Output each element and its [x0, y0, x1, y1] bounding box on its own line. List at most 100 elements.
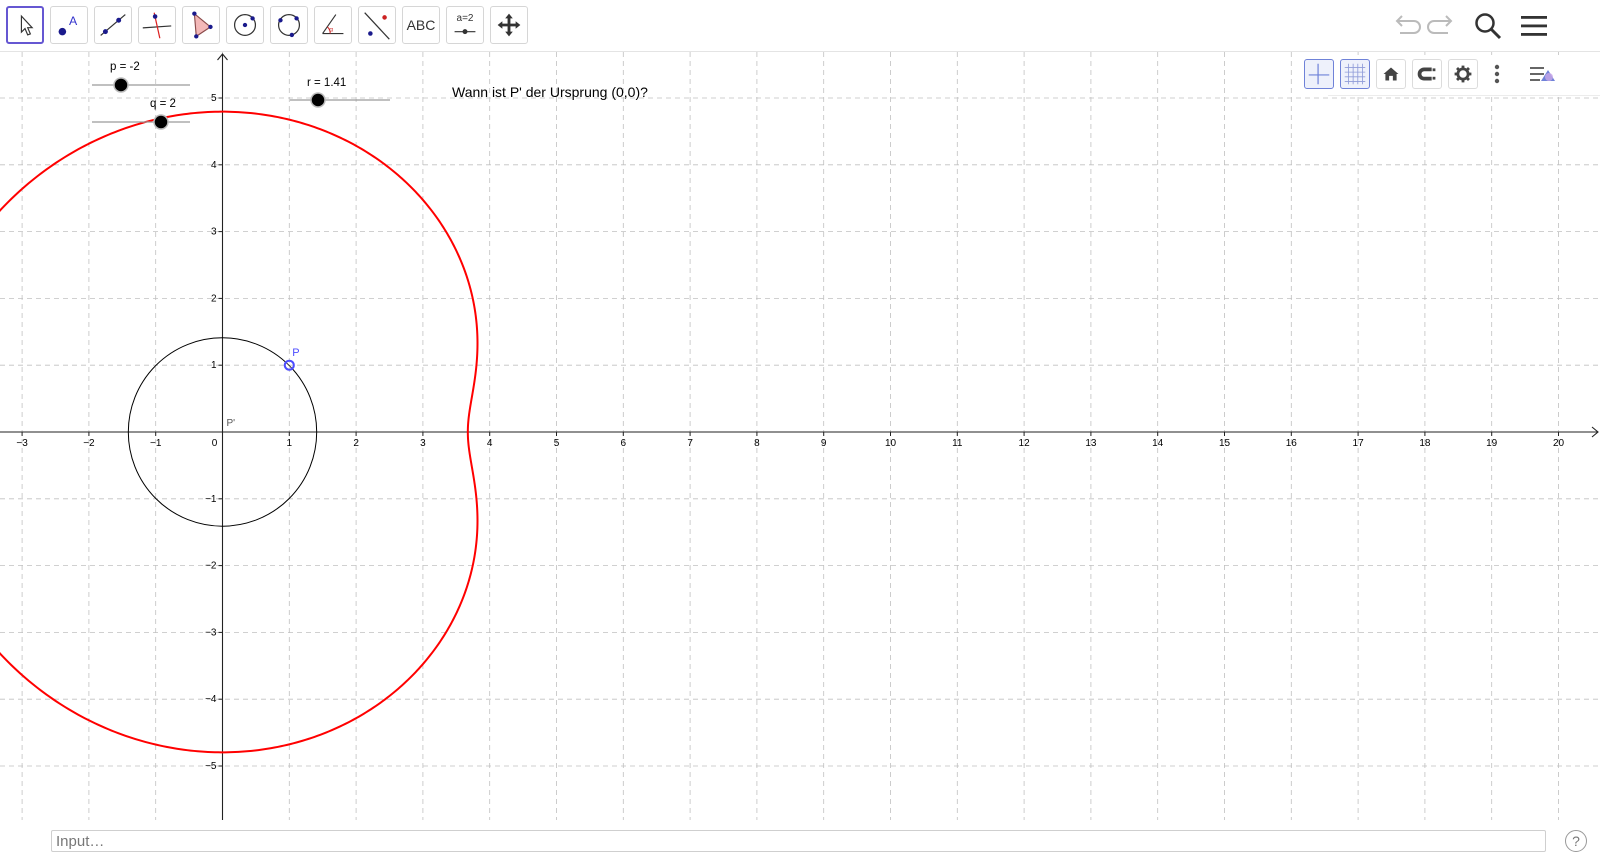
slider-q-handle[interactable]	[153, 114, 169, 130]
x-tick-label: 0	[212, 438, 218, 449]
angle-tool-button[interactable]: α	[314, 6, 352, 44]
x-tick-label: 10	[885, 438, 897, 449]
input-bar: ?	[0, 820, 1600, 866]
point-P[interactable]	[283, 359, 295, 371]
y-tick-label: 5	[211, 93, 217, 104]
slider-q-label: q = 2	[150, 98, 176, 110]
view-menu-icon	[1530, 67, 1555, 81]
slider-r[interactable]: r = 1.41	[290, 77, 390, 108]
search-button[interactable]	[1470, 8, 1506, 44]
graphics-settings-button[interactable]	[1448, 59, 1478, 89]
x-tick-label: −1	[150, 438, 162, 449]
slider-r-label: r = 1.41	[307, 77, 346, 89]
point-P-label: P	[292, 347, 299, 359]
polygon-tool-button[interactable]	[182, 6, 220, 44]
slider-icon	[454, 29, 476, 35]
slider-tool-button[interactable]: a=2	[446, 6, 484, 44]
x-tick-label: 11	[952, 438, 963, 449]
circle-center-icon	[233, 13, 257, 37]
x-tick-label: 16	[1286, 438, 1298, 449]
grid-toggle-icon	[1344, 63, 1366, 85]
y-tick-label: 3	[211, 227, 217, 238]
grid	[0, 52, 1600, 820]
perpendicular-line-icon	[142, 12, 172, 39]
x-tick-label: 6	[621, 438, 627, 449]
line-icon	[100, 14, 126, 36]
slider-p[interactable]: p = -2	[92, 61, 190, 93]
text-tool-label: ABC	[406, 17, 436, 33]
y-tick-label: −4	[205, 694, 217, 705]
question-text: Wann ist P' der Ursprung (0,0)?	[452, 84, 648, 100]
help-icon: ?	[1572, 833, 1580, 849]
graphics-view[interactable]: −3 −2 −1 0 1 2 3 4 5 6 7 8 9 10 11 12 13 14 15 16 17 18 19 20 5 4…	[0, 52, 1600, 820]
style-bar	[1304, 55, 1600, 96]
circle-center-tool-button[interactable]	[226, 6, 264, 44]
circle-three-points-icon	[277, 13, 301, 38]
redo-button[interactable]	[1424, 8, 1460, 44]
x-tick-label: 9	[821, 438, 827, 449]
reflect-tool-button[interactable]	[358, 6, 396, 44]
x-tick-label: 15	[1219, 438, 1231, 449]
x-tick-label: 17	[1353, 438, 1365, 449]
x-tick-label: 4	[487, 438, 493, 449]
y-tick-label: 4	[211, 160, 217, 171]
point-capturing-button[interactable]	[1412, 59, 1442, 89]
undo-button[interactable]	[1388, 8, 1424, 44]
angle-icon: α	[322, 14, 344, 35]
move-tool-button[interactable]	[6, 6, 44, 44]
x-tick-label: 20	[1553, 438, 1565, 449]
x-tick-label: −3	[16, 438, 28, 449]
cursor-arrow-icon	[20, 14, 34, 36]
line-tool-button[interactable]	[94, 6, 132, 44]
x-tick-label: 5	[554, 438, 560, 449]
standard-view-button[interactable]	[1376, 59, 1406, 89]
perpendicular-tool-button[interactable]	[138, 6, 176, 44]
y-tick-label: 1	[211, 360, 217, 371]
move-arrows-icon	[497, 13, 521, 37]
main-menu-button[interactable]	[1516, 8, 1552, 44]
input-help-button[interactable]: ?	[1565, 830, 1587, 852]
axes-toggle-button[interactable]	[1304, 59, 1334, 89]
search-icon	[1475, 13, 1502, 40]
polygon-icon	[192, 11, 213, 39]
move-graphics-tool-button[interactable]	[490, 6, 528, 44]
x-tick-label: −2	[83, 438, 95, 449]
circle-three-points-tool-button[interactable]	[270, 6, 308, 44]
x-tick-label: 3	[420, 438, 426, 449]
menu-icon	[1521, 16, 1547, 36]
point-icon: A	[58, 14, 78, 36]
point-tool-button[interactable]: A	[50, 6, 88, 44]
more-options-button[interactable]	[1482, 59, 1512, 89]
y-tick-label: −2	[205, 561, 217, 572]
coordinate-plane[interactable]: −3 −2 −1 0 1 2 3 4 5 6 7 8 9 10 11 12 13 14 15 16 17 18 19 2054…	[0, 52, 1600, 820]
y-tick-label: −1	[205, 494, 217, 505]
slider-r-handle[interactable]	[310, 92, 326, 108]
point-capturing-icon	[1417, 67, 1436, 81]
y-tick-label: −5	[205, 761, 217, 772]
reflect-line-icon	[364, 12, 390, 40]
slider-q[interactable]: q = 2	[92, 98, 190, 130]
x-tick-label: 14	[1152, 438, 1164, 449]
settings-gear-icon	[1454, 65, 1472, 83]
text-tool-button[interactable]: ABC	[402, 6, 440, 44]
point-P-image-label: P'	[227, 418, 236, 429]
home-icon	[1383, 67, 1399, 81]
x-tick-label: 12	[1019, 438, 1031, 449]
grid-toggle-button[interactable]	[1340, 59, 1370, 89]
svg-text:A: A	[69, 14, 78, 28]
slider-p-handle[interactable]	[113, 77, 129, 93]
y-tick-label: 2	[211, 293, 217, 304]
algebra-input-field[interactable]	[51, 830, 1546, 852]
redo-icon	[1427, 15, 1453, 34]
undo-icon	[1395, 15, 1421, 34]
svg-text:α: α	[329, 27, 333, 34]
x-tick-label: 1	[287, 438, 293, 449]
toolbar: A α ABC a=2	[0, 0, 1600, 52]
more-dots-icon	[1494, 64, 1500, 84]
x-tick-label: 19	[1486, 438, 1498, 449]
x-tick-label: 8	[754, 438, 760, 449]
view-menu-button[interactable]	[1528, 59, 1558, 89]
x-tick-label: 2	[353, 438, 359, 449]
y-tick-label: −3	[205, 627, 217, 638]
x-tick-label: 13	[1085, 438, 1097, 449]
